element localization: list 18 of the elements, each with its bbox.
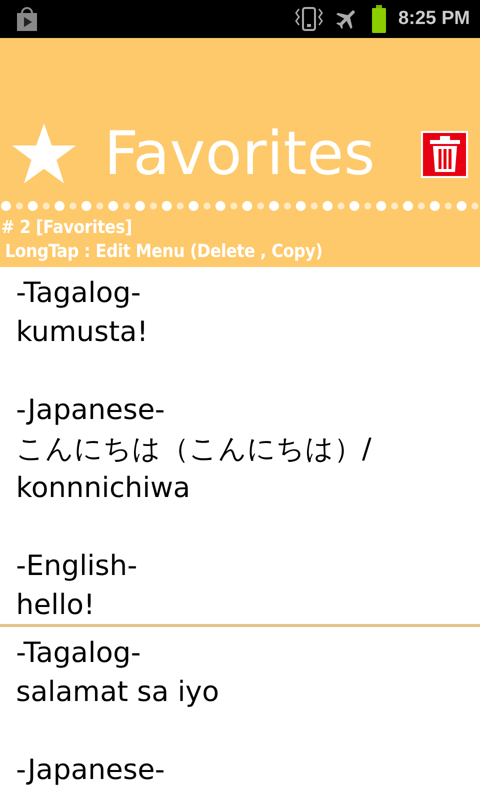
language-label: -Tagalog- (16, 635, 142, 671)
language-label: -Tagalog- (16, 275, 142, 311)
phrase-text: salamat sa iyo (16, 674, 220, 710)
language-label: -Japanese- (16, 392, 166, 428)
language-label: -English- (16, 548, 138, 584)
battery-icon (370, 5, 388, 33)
star-icon (12, 123, 76, 185)
language-label: -Japanese- (16, 752, 166, 788)
phrase-text: hello! (16, 587, 96, 623)
phrase-text: こんにちは（こんにちは）/ konnnichiwa (16, 431, 372, 506)
hint-text: LongTap : Edit Menu (Delete , Copy) (4, 240, 324, 264)
vibrate-icon (294, 6, 324, 32)
favorites-count: # 2 [Favorites] (0, 216, 133, 240)
phrase-text: kumusta! (16, 314, 150, 350)
page-title: Favorites (104, 118, 376, 190)
play-store-icon (16, 7, 38, 31)
status-time: 8:25 PM (398, 8, 470, 30)
delete-button[interactable] (421, 130, 468, 178)
